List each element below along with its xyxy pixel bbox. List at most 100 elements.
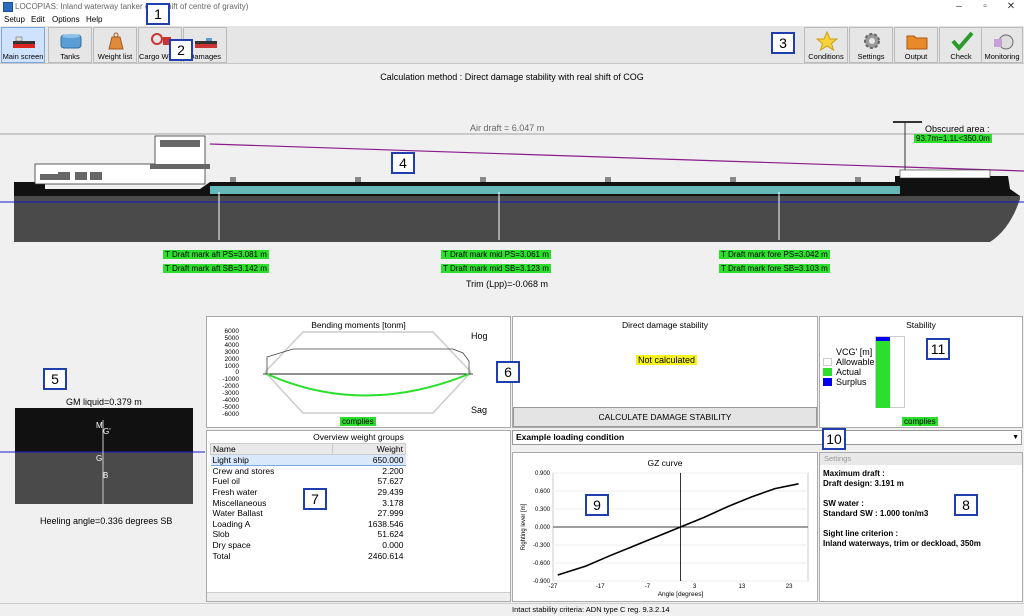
col-name: Name — [210, 443, 333, 455]
table-row[interactable]: Fuel oil 57.627 — [211, 476, 406, 487]
calc-method-label: Calculation method : Direct damage stabi… — [380, 72, 644, 82]
gz-x-tick: 13 — [739, 584, 746, 590]
gz-chart: 0.9000.6000.3000.000-0.300-0.600-0.900-2… — [521, 471, 809, 598]
weight-icon — [108, 32, 124, 50]
hog-label: Hog — [471, 331, 488, 341]
menu-setup[interactable]: Setup — [4, 15, 25, 24]
settings-header: Settings — [820, 453, 1022, 465]
ship-hull — [14, 196, 1020, 242]
menu-options[interactable]: Options — [52, 15, 80, 24]
gz-curve-panel: GZ curve 0.900 0.600 0.300 0.000 -0.300 -0.60… — [512, 452, 818, 602]
check-button[interactable]: Check — [939, 27, 983, 63]
monitoring-button[interactable]: Monitoring — [981, 27, 1023, 63]
minimize-button[interactable]: – — [946, 0, 972, 14]
calculate-damage-button[interactable]: CALCULATE DAMAGE STABILITY — [513, 407, 817, 427]
maximize-button[interactable]: ▫ — [972, 0, 998, 14]
bending-y-tick: -6000 — [222, 410, 239, 418]
surplus-label: Surplus — [836, 377, 867, 387]
horizontal-scrollbar[interactable] — [207, 592, 510, 601]
app-icon — [3, 2, 13, 12]
draft-fore-ps: T Draft mark fore PS=3.042 m — [719, 250, 830, 259]
bending-y-ticks: 6000 5000 4000 3000 2000 1000 0 -1000 -2000 -3000… — [209, 328, 239, 419]
max-draft-label: Maximum draft : — [823, 469, 885, 478]
g-label: G — [96, 454, 103, 463]
draft-mid-ps: T Draft mark mid PS=3.061 m — [441, 250, 551, 259]
main-screen-label: Main screen — [2, 52, 44, 61]
weight-groups-title: Overview weight groups — [313, 432, 404, 442]
obscured-area-value: 93.7m=1.1L<350.0m — [914, 134, 992, 143]
sag-label: Sag — [471, 405, 488, 415]
weight-list-button[interactable]: Weight list — [93, 27, 137, 63]
tanks-icon — [60, 34, 82, 49]
toolbar: Main screen Tanks Weight list Cargo Weig… — [0, 26, 1024, 64]
cross-section-view: GM liquid=0.379 m M G' G B Heeling angle… — [0, 314, 205, 603]
conditions-button[interactable]: Conditions — [804, 27, 848, 63]
table-row[interactable]: Light ship 650.000 — [210, 454, 406, 466]
conditions-label: Conditions — [808, 52, 844, 61]
gz-y-tick: -0.300 — [533, 543, 551, 549]
sight-line-value: Inland waterways, trim or deckload, 350m — [823, 539, 981, 548]
sw-water-label: SW water : — [823, 499, 864, 508]
callout-9: 9 — [585, 494, 609, 516]
surplus-swatch — [823, 378, 832, 386]
vcg-bar — [875, 336, 905, 408]
draft-aft-ps: T Draft mark aft PS=3.081 m — [163, 250, 269, 259]
table-row[interactable]: Total 2460.614 — [211, 550, 406, 561]
obscured-area-label: Obscured area : — [925, 124, 990, 134]
air-draft-label: Air draft = 6.047 m — [470, 123, 545, 133]
damages-icon — [195, 38, 217, 48]
actual-swatch — [823, 368, 832, 376]
callout-6: 6 — [496, 361, 520, 383]
table-row[interactable]: Slob 51.624 — [211, 529, 406, 540]
sight-line — [209, 143, 1024, 172]
sight-line-label: Sight line criterion : — [823, 529, 899, 538]
callout-2: 2 — [169, 39, 193, 61]
table-row[interactable]: Loading A 1638.546 — [211, 518, 406, 529]
allowable-swatch — [823, 358, 832, 366]
profile-view: Calculation method : Direct damage stabi… — [0, 64, 1024, 314]
main-screen-button[interactable]: Main screen — [1, 27, 45, 63]
tanks-label: Tanks — [60, 52, 80, 61]
condition-select[interactable]: Example loading condition ▼ — [512, 430, 1022, 445]
tanks-button[interactable]: Tanks — [48, 27, 92, 63]
settings-button[interactable]: Settings — [849, 27, 893, 63]
gz-y-tick: 0.600 — [535, 489, 551, 495]
condition-selected: Example loading condition — [516, 432, 625, 442]
menu-edit[interactable]: Edit — [31, 15, 45, 24]
gz-x-tick: 3 — [693, 584, 697, 590]
chevron-down-icon[interactable]: ▼ — [1012, 431, 1019, 444]
gz-y-tick: 0.900 — [535, 471, 551, 477]
bending-moments-panel: Bending moments [tonm] 6000 5000 4000 3000 2… — [206, 316, 511, 428]
callout-3: 3 — [771, 32, 795, 54]
callout-11: 11 — [926, 338, 950, 360]
draft-aft-sb: T Draft mark aft SB=3.142 m — [163, 264, 269, 273]
star-icon — [815, 31, 839, 51]
check-icon — [951, 31, 974, 51]
draft-mid-sb: T Draft mark mid SB=3.123 m — [441, 264, 551, 273]
stability-panel: Stability VCG' [m] Allowable Actual Surp… — [819, 316, 1023, 428]
gprime-label: G' — [103, 427, 111, 436]
close-button[interactable]: ✕ — [998, 0, 1024, 14]
stopwatch-icon — [994, 34, 1014, 50]
output-label: Output — [904, 52, 928, 61]
heeling-angle-label: Heeling angle=0.336 degrees SB — [40, 516, 173, 526]
output-button[interactable]: Output — [894, 27, 938, 63]
table-row[interactable]: Dry space 0.000 — [211, 540, 406, 551]
table-row[interactable]: Crew and stores 2.200 — [211, 466, 406, 477]
gz-x-tick: -7 — [645, 584, 651, 590]
vcg-label: VCG' [m] — [836, 347, 873, 357]
gz-y-tick: -0.600 — [533, 561, 551, 567]
b-label: B — [103, 471, 109, 480]
allowable-label: Allowable — [836, 357, 875, 367]
draft-design: Draft design: 3.191 m — [823, 479, 904, 488]
stability-status: complies — [902, 417, 938, 426]
menu-help[interactable]: Help — [86, 15, 102, 24]
callout-1: 1 — [146, 3, 170, 25]
window-title: LOCOPIAS: Inland waterway tanker (real s… — [15, 2, 249, 11]
gear-icon — [864, 33, 880, 49]
check-label: Check — [950, 52, 972, 61]
gz-x-tick: 23 — [786, 584, 793, 590]
stability-title: Stability — [906, 320, 936, 330]
gz-y-tick: 0.300 — [535, 507, 551, 513]
status-text: Intact stability criteria: ADN type C re… — [512, 605, 670, 614]
